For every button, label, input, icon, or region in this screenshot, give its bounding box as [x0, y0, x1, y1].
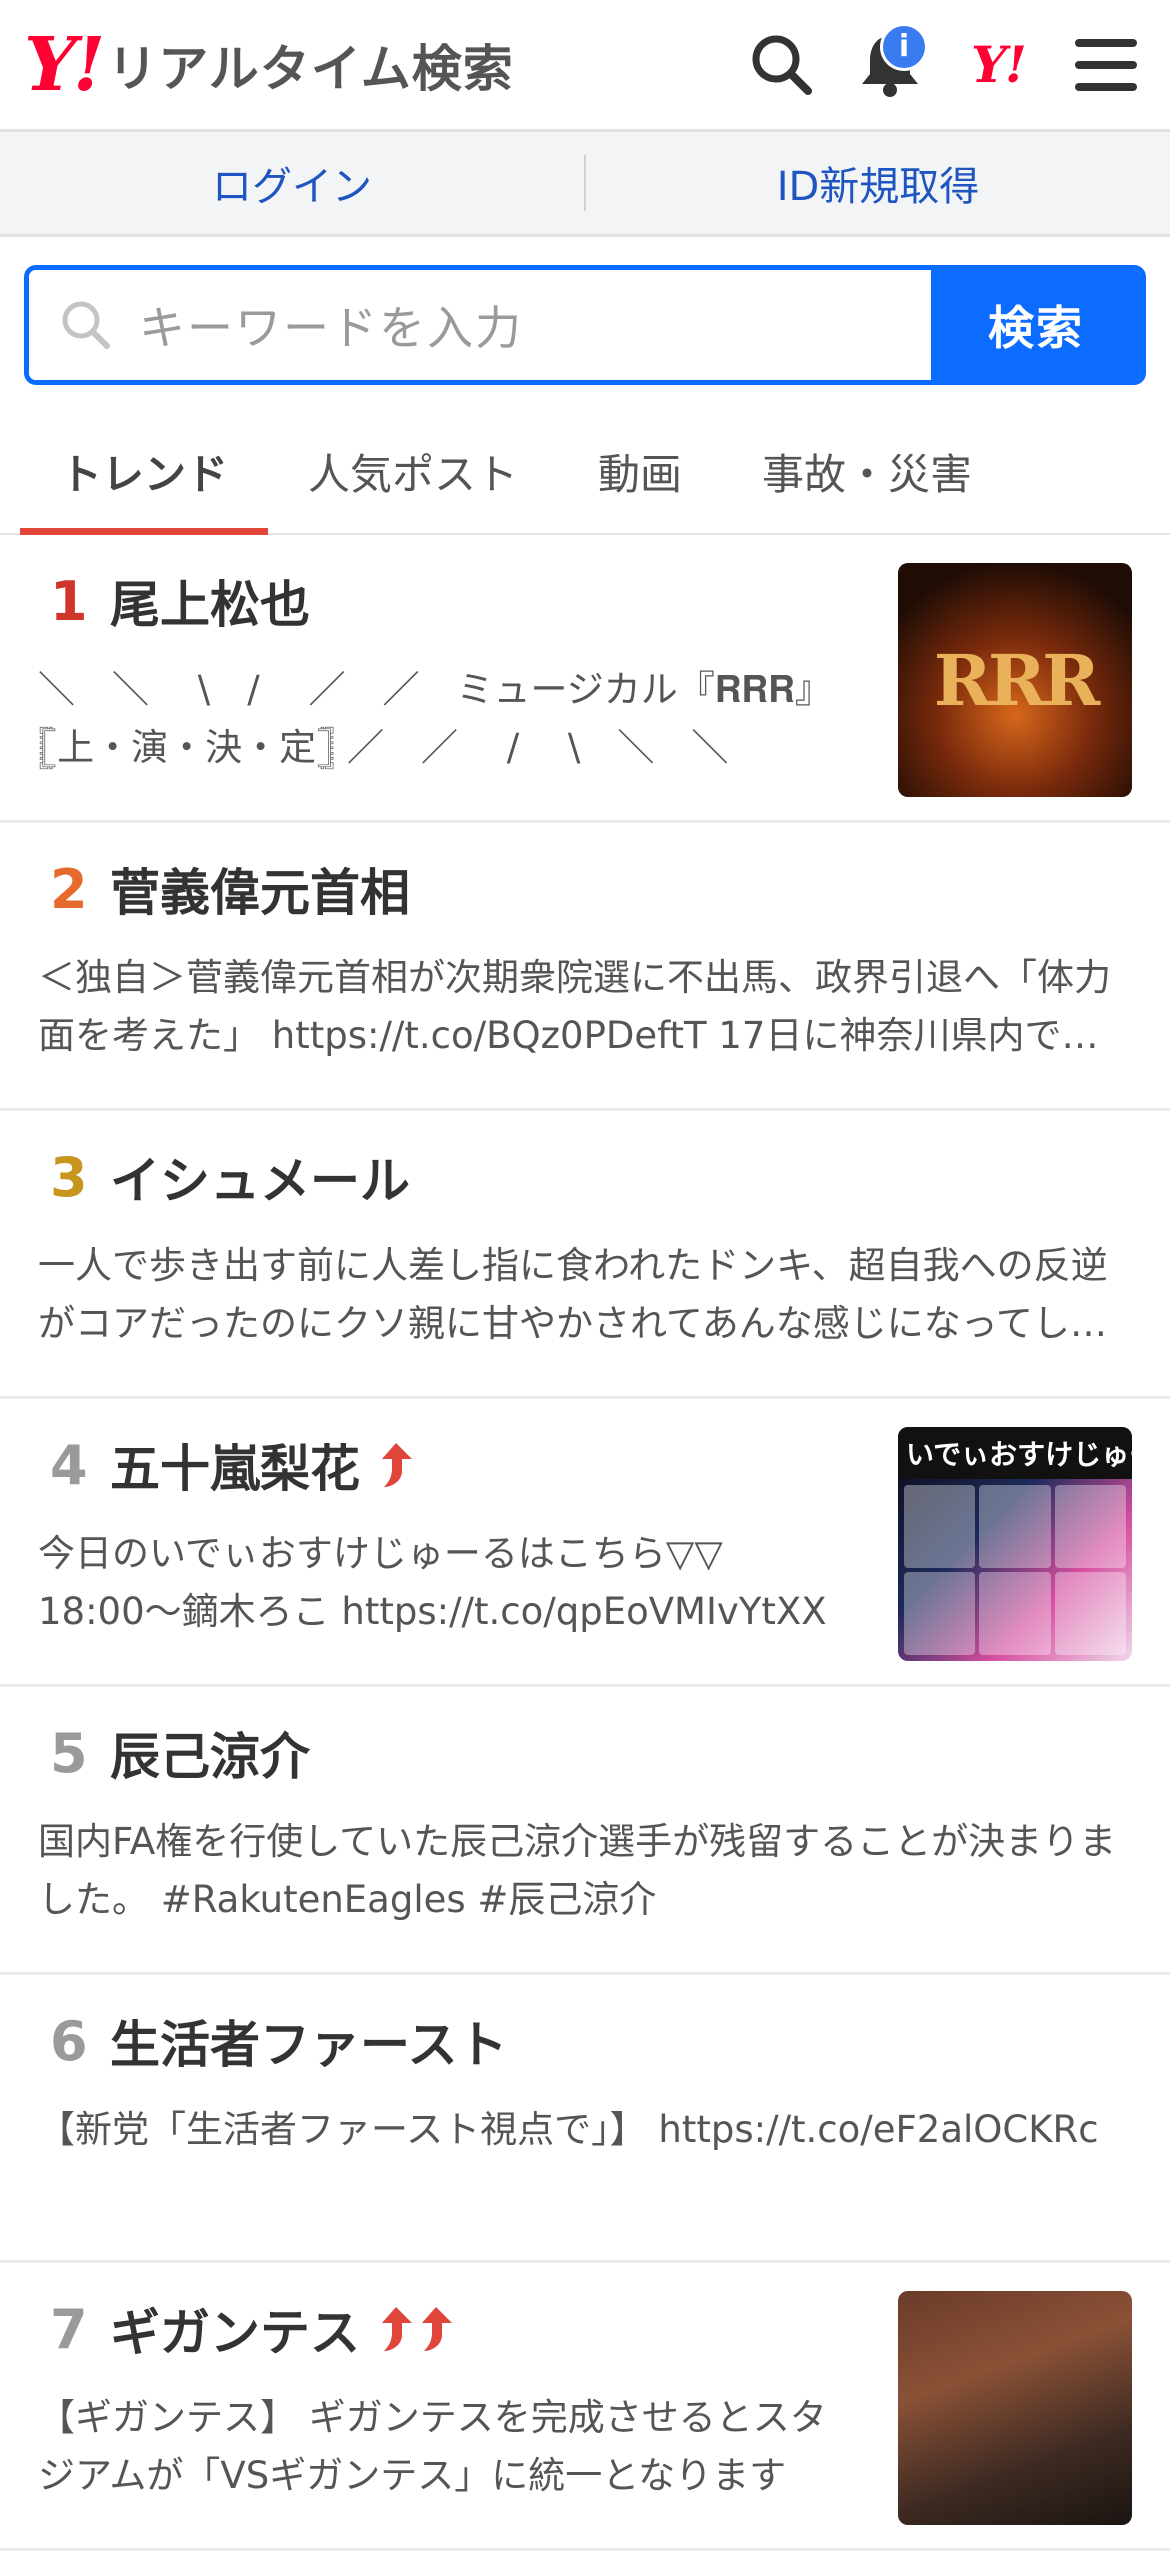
trend-list: 1 尾上松也 ＼ ＼ \ / ／ ／ ミュージカル『𝐑𝐑𝐑』 𓊈上・演・決・定𓊉…	[0, 535, 1170, 2551]
search-placeholder: キーワードを入力	[139, 301, 523, 355]
trend-item[interactable]: 7 ギガンテス 【ギガンテス】 ギガンテスを完成させるとスタジアムが「VSギガン…	[0, 2263, 1170, 2551]
logo-text: リアルタイム検索	[107, 39, 514, 98]
search-input[interactable]: キーワードを入力	[29, 270, 931, 380]
up-arrow-icon	[382, 1443, 412, 1487]
login-link[interactable]: ログイン	[0, 154, 584, 212]
trend-description: ＜独自＞菅義偉元首相が次期衆院選に不出馬、政界引退へ「体力面を考えた」 http…	[38, 956, 1111, 1057]
tab-video[interactable]: 動画	[558, 409, 722, 533]
search-icon[interactable]	[742, 25, 822, 105]
trend-item[interactable]: 2 菅義偉元首相 ＜独自＞菅義偉元首相が次期衆院選に不出馬、政界引退へ「体力面を…	[0, 823, 1170, 1111]
trend-item[interactable]: 3 イシュメール 一人で歩き出す前に人差し指に食われたドンキ、超自我への反逆がコ…	[0, 1111, 1170, 1399]
tab-popular-posts[interactable]: 人気ポスト	[268, 409, 558, 533]
thumbnail-title: RRR	[933, 638, 1101, 722]
trend-keyword: 生活者ファースト	[110, 2016, 508, 2074]
tab-trend[interactable]: トレンド	[20, 409, 269, 535]
trend-keyword: 菅義偉元首相	[110, 864, 410, 922]
trend-description: 今日のいでぃおすけじゅーるはこちら▽▽ 18:00〜鏑木ろこ https://t…	[38, 1532, 827, 1633]
trend-rank: 4	[50, 1433, 88, 1497]
trend-rank: 3	[50, 1145, 88, 1209]
trend-keyword: 辰己涼介	[110, 1728, 310, 1786]
trend-description: 国内FA権を行使していた辰己涼介選手が残留することが決まりました。 #Rakut…	[38, 1820, 1117, 1921]
trend-description: 【ギガンテス】 ギガンテスを完成させるとスタジアムが「VSギガンテス」に統一とな…	[38, 2396, 827, 2497]
trend-keyword: ギガンテス	[110, 2304, 360, 2362]
bell-icon[interactable]: i	[850, 22, 930, 105]
trend-keyword: 五十嵐梨花	[110, 1440, 360, 1498]
trend-item[interactable]: 4 五十嵐梨花 今日のいでぃおすけじゅーるはこちら▽▽ 18:00〜鏑木ろこ h…	[0, 1399, 1170, 1687]
register-link[interactable]: ID新規取得	[586, 154, 1170, 212]
rising-indicator	[374, 1441, 414, 1489]
trend-description: ＼ ＼ \ / ／ ／ ミュージカル『𝐑𝐑𝐑』 𓊈上・演・決・定𓊉 ／ ／ / …	[38, 668, 832, 769]
rising-indicator	[374, 2305, 454, 2353]
up-arrow-icon	[382, 2307, 412, 2351]
trend-item[interactable]: 5 辰己涼介 国内FA権を行使していた辰己涼介選手が残留することが決まりました。…	[0, 1687, 1170, 1975]
yahoo-realtime-logo[interactable]: Y! リアルタイム検索	[24, 28, 514, 102]
yahoo-mark: Y!	[971, 35, 1027, 94]
trend-rank: 2	[50, 857, 88, 921]
logo-mark: Y!	[24, 21, 105, 108]
thumbnail-title: いでぃおすけじゅー	[898, 1427, 1132, 1479]
category-tabs: トレンド 人気ポスト 動画 事故・災害	[0, 409, 1170, 535]
trend-rank: 5	[50, 1721, 88, 1785]
trend-keyword: 尾上松也	[110, 576, 310, 634]
trend-item[interactable]: 1 尾上松也 ＼ ＼ \ / ／ ／ ミュージカル『𝐑𝐑𝐑』 𓊈上・演・決・定𓊉…	[0, 535, 1170, 823]
app-header: Y! リアルタイム検索 i Y!	[0, 0, 1170, 132]
up-arrow-icon	[422, 2307, 452, 2351]
trend-description: 【新党「生活者ファースト視点で」】 https://t.co/eF2alOCKR…	[38, 2108, 1099, 2151]
trend-thumbnail	[898, 2291, 1132, 2525]
tab-accidents-disasters[interactable]: 事故・災害	[722, 409, 1012, 533]
trend-item[interactable]: 6 生活者ファースト 【新党「生活者ファースト視点で」】 https://t.c…	[0, 1975, 1170, 2263]
hamburger-menu-icon[interactable]	[1066, 25, 1146, 105]
trend-thumbnail: いでぃおすけじゅー	[898, 1427, 1132, 1661]
trend-description: 一人で歩き出す前に人差し指に食われたドンキ、超自我への反逆がコアだったのにクソ親…	[38, 1244, 1108, 1345]
trend-keyword: イシュメール	[110, 1152, 410, 1210]
search-form: キーワードを入力 検索	[24, 265, 1146, 385]
login-bar: ログイン ID新規取得	[0, 132, 1170, 237]
trend-rank: 6	[50, 2009, 88, 2073]
search-input-icon	[62, 301, 110, 349]
trend-rank: 1	[50, 569, 88, 633]
trend-rank: 7	[50, 2297, 88, 2361]
yahoo-home-icon[interactable]: Y!	[958, 25, 1038, 105]
search-button[interactable]: 検索	[931, 270, 1141, 380]
notification-badge: i	[880, 22, 928, 71]
trend-thumbnail: RRR	[898, 563, 1132, 797]
